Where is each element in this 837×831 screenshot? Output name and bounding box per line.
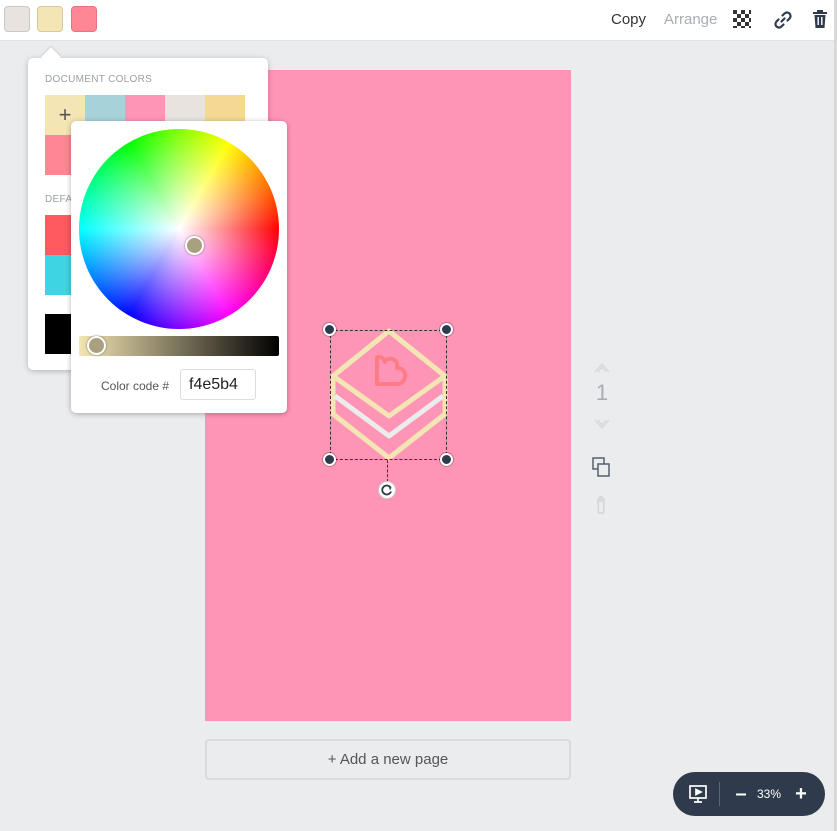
transparency-icon[interactable]: [733, 10, 753, 30]
selection-box: [330, 330, 447, 460]
rotate-connector: [387, 460, 388, 482]
arrange-button[interactable]: Arrange: [664, 11, 717, 28]
rotate-handle[interactable]: [378, 481, 396, 499]
color-code-input[interactable]: [180, 369, 256, 400]
present-icon[interactable]: [688, 784, 708, 809]
toolbar-color-swatch-3[interactable]: [71, 6, 97, 32]
move-page-up-icon[interactable]: [590, 360, 614, 379]
color-code-label: Color code #: [101, 379, 170, 393]
link-icon[interactable]: [773, 10, 793, 30]
zoom-level: 33%: [757, 787, 782, 801]
color-picker-popover: Color code #: [71, 121, 287, 413]
zoom-in-button[interactable]: +: [787, 779, 815, 809]
toolbar-color-swatch-1[interactable]: [4, 6, 30, 32]
delete-page-icon[interactable]: [590, 496, 614, 519]
resize-handle-bottom-right[interactable]: [440, 453, 453, 466]
trash-icon[interactable]: [812, 10, 832, 30]
move-page-down-icon[interactable]: [590, 418, 614, 437]
brightness-slider-knob[interactable]: [87, 336, 106, 355]
add-page-button[interactable]: + Add a new page: [205, 739, 571, 780]
default-colors-heading: DEFA: [45, 194, 73, 205]
toolbar-color-swatch-2[interactable]: [37, 6, 63, 32]
zoom-separator: [719, 782, 720, 806]
resize-handle-bottom-left[interactable]: [323, 453, 336, 466]
resize-handle-top-right[interactable]: [440, 323, 453, 336]
copy-button[interactable]: Copy: [611, 11, 646, 28]
color-wheel-knob[interactable]: [185, 236, 204, 255]
zoom-out-button[interactable]: –: [727, 779, 755, 809]
brightness-slider[interactable]: [79, 336, 279, 356]
rotate-icon: [381, 484, 392, 496]
top-toolbar: Copy Arrange: [0, 0, 837, 41]
resize-handle-top-left[interactable]: [323, 323, 336, 336]
color-wheel[interactable]: [79, 129, 279, 329]
duplicate-page-icon[interactable]: [590, 456, 614, 483]
zoom-panel: – 33% +: [673, 772, 825, 816]
document-colors-heading: DOCUMENT COLORS: [45, 74, 153, 85]
page-number: 1: [595, 380, 609, 405]
